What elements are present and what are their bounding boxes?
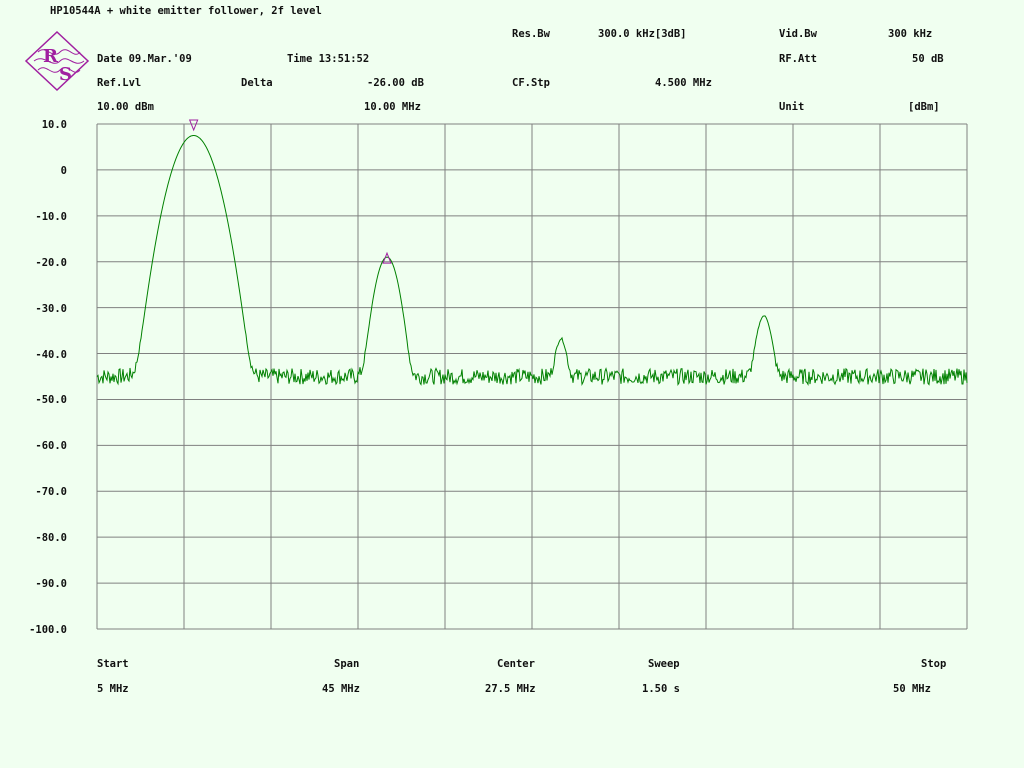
start-value: 5 MHz <box>97 683 129 695</box>
sweep-label: Sweep <box>648 658 680 670</box>
marker-layer <box>188 119 392 264</box>
center-label: Center <box>497 658 535 670</box>
center-value: 27.5 MHz <box>485 683 536 695</box>
spectrum-analyzer-screen: R S HP10544A + white emitter follower, 2… <box>0 0 1024 768</box>
stop-label: Stop <box>921 658 947 670</box>
span-value: 45 MHz <box>322 683 360 695</box>
main-marker <box>188 119 199 132</box>
sweep-value: 1.50 s <box>642 683 680 695</box>
stop-value: 50 MHz <box>893 683 931 695</box>
spectrum-plot <box>96 119 968 630</box>
span-label: Span <box>334 658 360 670</box>
start-label: Start <box>97 658 129 670</box>
